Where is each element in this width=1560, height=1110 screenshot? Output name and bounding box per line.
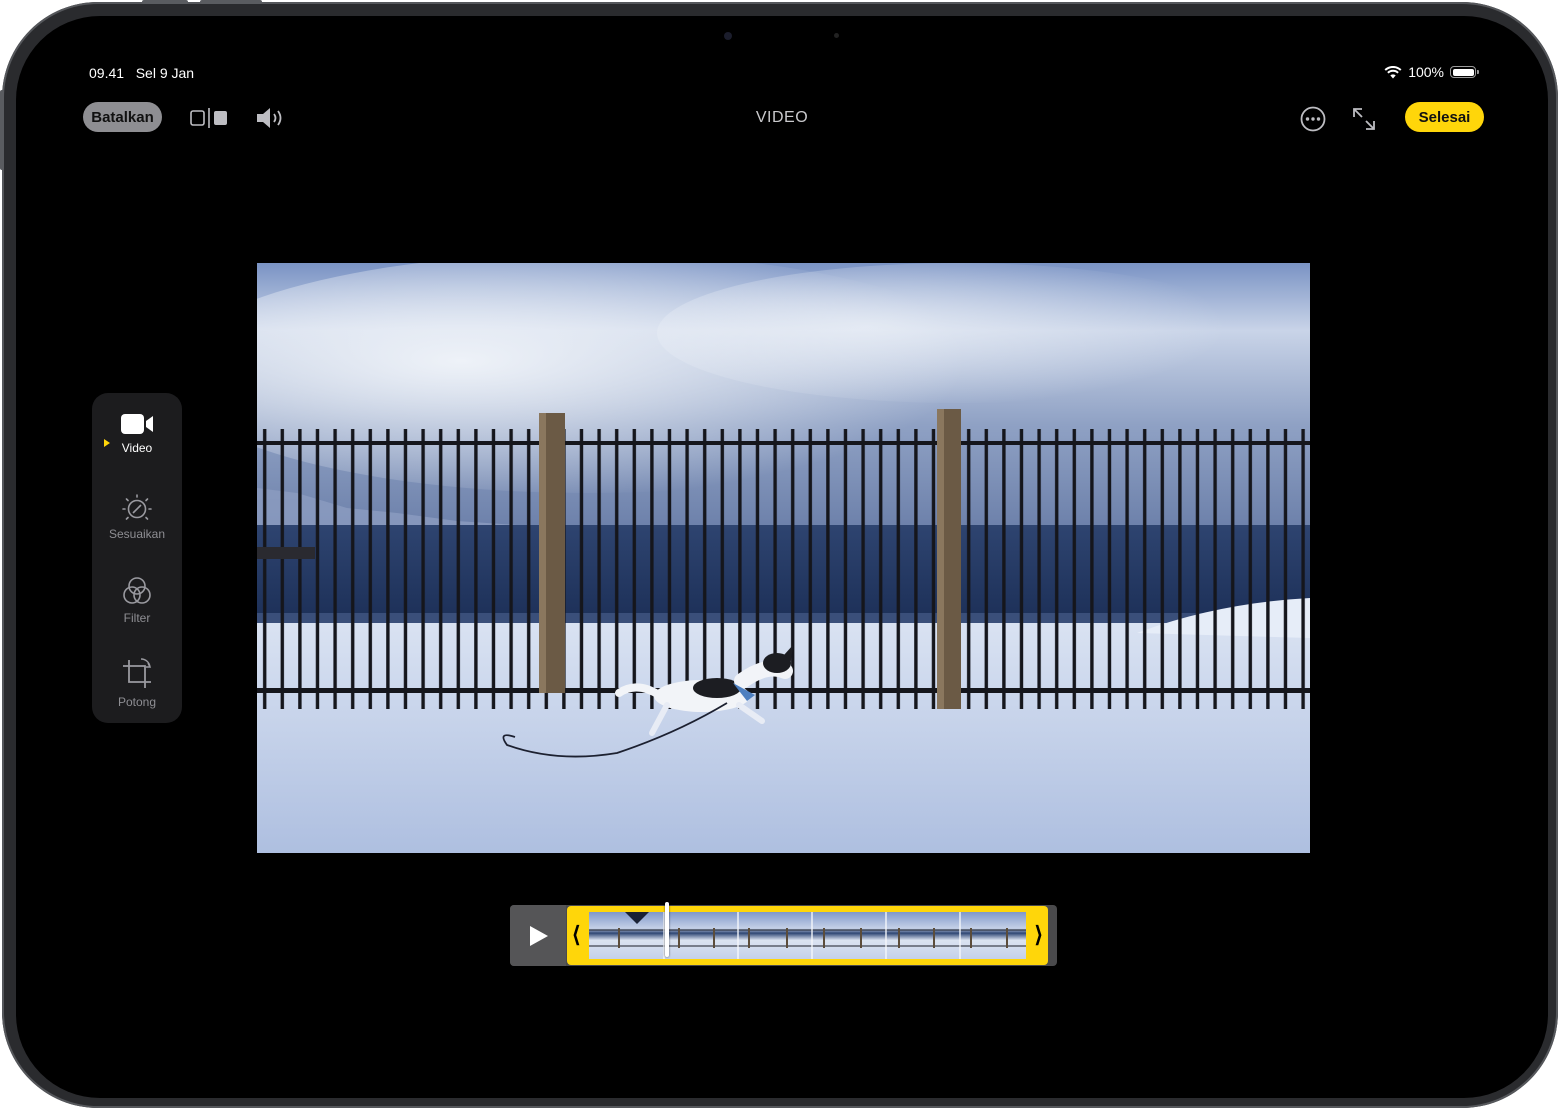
- video-timeline[interactable]: ⟨ ⟩: [510, 902, 1057, 966]
- crop-icon: [123, 658, 152, 688]
- trim-end-handle[interactable]: ⟩: [1034, 922, 1043, 948]
- expand-button[interactable]: [1349, 104, 1379, 134]
- filmstrip-thumbnails: [589, 912, 1026, 959]
- status-indicators: 100%: [1384, 64, 1479, 80]
- side-button: [0, 90, 4, 170]
- battery-percentage: 100%: [1408, 64, 1444, 80]
- volume-button: [200, 0, 262, 4]
- tool-label: Video: [121, 441, 153, 455]
- screen: 09.41 Sel 9 Jan 100% Batalkan VIDEO Sele…: [16, 16, 1548, 1098]
- tool-label: Sesuaikan: [108, 527, 166, 541]
- ellipsis-circle-icon: [1300, 106, 1326, 132]
- time: 09.41: [89, 65, 125, 81]
- adjust-dial-icon: [122, 494, 152, 520]
- playhead[interactable]: [665, 902, 669, 957]
- play-button[interactable]: [510, 905, 566, 966]
- filmstrip: [589, 912, 1026, 959]
- done-button[interactable]: Selesai: [1405, 102, 1484, 132]
- wifi-icon: [1384, 65, 1402, 78]
- edit-tools-panel: Video Sesuaikan Filter Potong: [92, 393, 182, 723]
- volume-button: [142, 0, 188, 4]
- play-icon: [530, 925, 548, 946]
- tool-label: Filter: [123, 611, 151, 625]
- tool-crop[interactable]: Potong: [92, 657, 182, 709]
- active-indicator: [104, 439, 110, 447]
- ipad-frame: 09.41 Sel 9 Jan 100% Batalkan VIDEO Sele…: [0, 0, 1558, 1108]
- trim-start-handle[interactable]: ⟨: [572, 922, 581, 948]
- status-time: 09.41 Sel 9 Jan: [89, 65, 194, 81]
- filter-circles-icon: [123, 577, 151, 604]
- more-options-button[interactable]: [1298, 104, 1328, 134]
- video-frame-image: [257, 263, 1310, 853]
- tool-adjust[interactable]: Sesuaikan: [92, 493, 182, 541]
- front-camera: [724, 32, 732, 40]
- tool-label: Potong: [117, 695, 157, 709]
- expand-arrows-icon: [1353, 108, 1375, 130]
- tool-video[interactable]: Video: [92, 411, 182, 455]
- trim-range[interactable]: ⟨ ⟩: [567, 902, 1048, 965]
- video-preview[interactable]: [257, 263, 1310, 853]
- battery-icon: [1450, 66, 1479, 78]
- tool-filter[interactable]: Filter: [92, 575, 182, 625]
- video-camera-icon: [121, 414, 153, 434]
- sensor: [834, 33, 839, 38]
- date: Sel 9 Jan: [135, 65, 195, 81]
